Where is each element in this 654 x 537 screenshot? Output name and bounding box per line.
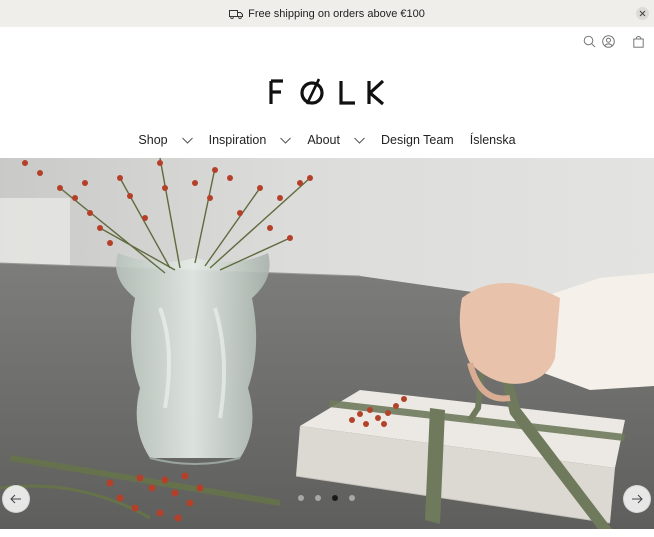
nav-item-language[interactable]: Íslenska bbox=[470, 133, 516, 147]
announcement-text: Free shipping on orders above €100 bbox=[248, 7, 425, 20]
nav-item-design-team[interactable]: Design Team bbox=[381, 133, 454, 147]
store-logo[interactable] bbox=[0, 76, 654, 108]
search-icon[interactable] bbox=[583, 35, 596, 48]
main-navigation: Shop Inspiration About Design Team Íslen… bbox=[0, 130, 654, 150]
close-icon[interactable] bbox=[636, 7, 649, 20]
hero-slideshow[interactable] bbox=[0, 158, 654, 529]
nav-item-about[interactable]: About bbox=[307, 133, 365, 147]
nav-item-inspiration[interactable]: Inspiration bbox=[209, 133, 292, 147]
nav-item-shop[interactable]: Shop bbox=[138, 133, 193, 147]
slideshow-next-button[interactable] bbox=[623, 485, 651, 513]
hero-image bbox=[0, 158, 654, 529]
nav-item-label: Íslenska bbox=[469, 133, 516, 147]
slideshow-prev-button[interactable] bbox=[2, 485, 30, 513]
chevron-down-icon bbox=[280, 137, 292, 144]
chevron-down-icon bbox=[354, 137, 365, 144]
slide-dot[interactable] bbox=[298, 495, 304, 501]
slide-dot[interactable] bbox=[315, 495, 321, 501]
nav-item-label: Shop bbox=[138, 133, 168, 147]
truck-icon bbox=[229, 9, 244, 19]
nav-item-label: About bbox=[307, 133, 340, 147]
chevron-down-icon bbox=[181, 137, 193, 144]
logo-mark bbox=[269, 78, 385, 106]
slide-dot[interactable] bbox=[332, 495, 338, 501]
slide-dot[interactable] bbox=[349, 495, 355, 501]
nav-item-label: Design Team bbox=[380, 133, 454, 147]
announcement-bar: Free shipping on orders above €100 bbox=[0, 0, 654, 27]
nav-item-label: Inspiration bbox=[208, 133, 267, 147]
arrow-right-icon bbox=[632, 494, 643, 504]
account-icon[interactable] bbox=[602, 35, 615, 48]
header-utility-icons bbox=[583, 35, 646, 48]
arrow-left-icon bbox=[10, 494, 21, 504]
cart-icon[interactable] bbox=[633, 35, 646, 48]
slideshow-pagination bbox=[298, 495, 355, 501]
